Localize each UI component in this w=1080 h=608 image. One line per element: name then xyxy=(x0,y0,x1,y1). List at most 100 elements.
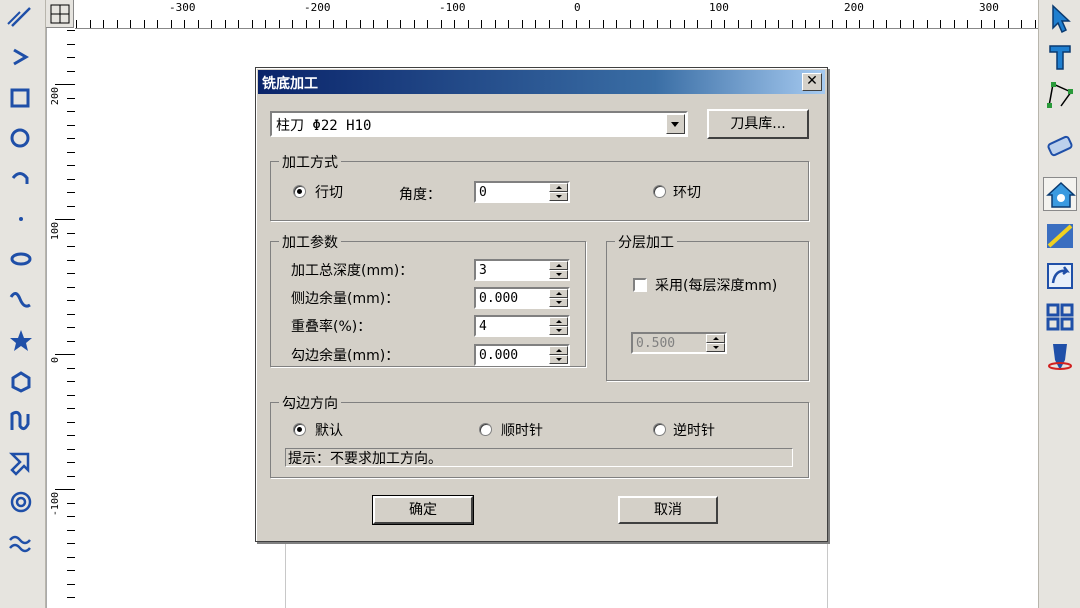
ruler-tick xyxy=(886,20,887,28)
transform-tool[interactable] xyxy=(1043,259,1077,293)
ruler-tick xyxy=(467,20,469,28)
polygon-tool[interactable] xyxy=(6,367,36,397)
ok-button[interactable]: 确定 xyxy=(372,495,474,525)
ruler-tick xyxy=(859,20,860,28)
total-depth-value: 3 xyxy=(479,263,487,278)
ruler-label: -100 xyxy=(439,1,466,14)
total-depth-up-button[interactable] xyxy=(549,261,568,270)
ruler-tick xyxy=(67,259,75,261)
angle-label: 角度： xyxy=(399,187,441,203)
total-depth-down-button[interactable] xyxy=(549,270,568,279)
angle-up-button[interactable] xyxy=(549,183,568,192)
ruler-tick xyxy=(67,516,75,517)
ruler-tick xyxy=(103,20,104,28)
ruler-tick xyxy=(67,448,75,450)
layer-depth-spinner[interactable]: 0.500 xyxy=(631,332,727,354)
ruler-tick xyxy=(940,20,941,28)
ruler-tick xyxy=(764,20,766,28)
clockwise-radio[interactable] xyxy=(479,423,492,436)
ruler-tick xyxy=(67,151,75,153)
arc-tool[interactable] xyxy=(6,164,36,194)
side-allowance-up-button[interactable] xyxy=(549,289,568,298)
star-tool[interactable] xyxy=(6,326,36,356)
ruler-tick xyxy=(791,20,793,28)
relief-tool[interactable] xyxy=(1043,177,1077,211)
spline-tool[interactable] xyxy=(6,285,36,315)
text-curve-tool[interactable] xyxy=(6,406,36,436)
ruler-tick xyxy=(710,20,712,28)
overlap-down-button[interactable] xyxy=(549,326,568,335)
ruler-tick xyxy=(562,20,563,28)
ruler-tick xyxy=(143,20,145,28)
ruler-tick xyxy=(278,20,280,28)
toolpath-tool[interactable] xyxy=(1043,218,1077,252)
ruler-tick xyxy=(67,70,75,72)
ruler-tick xyxy=(67,556,75,558)
layer-depth-down-button[interactable] xyxy=(706,343,725,352)
default-direction-radio[interactable] xyxy=(293,423,306,436)
text-curve-icon xyxy=(10,410,30,431)
horizontal-ruler: -300 -200 -100 0 100 200 300 xyxy=(46,0,1038,29)
layer-depth-up-button[interactable] xyxy=(706,334,725,343)
side-allowance-down-button[interactable] xyxy=(549,298,568,307)
overlap-label: 重叠率(%)： xyxy=(291,319,372,335)
circle-tool[interactable] xyxy=(6,123,36,153)
ruler-tick xyxy=(67,192,75,193)
total-depth-spinner[interactable]: 3 xyxy=(474,259,570,281)
angle-value: 0 xyxy=(479,185,487,200)
counterclockwise-radio[interactable] xyxy=(653,423,666,436)
ruler-tick xyxy=(67,300,75,301)
ruler-tick xyxy=(332,20,334,28)
eraser-tool[interactable] xyxy=(1043,128,1077,162)
ellipse-tool[interactable] xyxy=(6,244,36,274)
outline-allowance-spinner[interactable]: 0.000 xyxy=(474,344,570,366)
ruler-tick xyxy=(737,20,739,28)
overlap-spinner[interactable]: 4 xyxy=(474,315,570,337)
row-cut-radio[interactable] xyxy=(293,185,306,198)
ruler-tick xyxy=(602,20,604,28)
point-tool[interactable] xyxy=(6,204,36,234)
ruler-tick xyxy=(67,30,75,31)
arrow-shape-tool[interactable] xyxy=(6,446,36,476)
ruler-tick xyxy=(67,232,75,234)
tool-select-dropdown[interactable] xyxy=(666,114,685,134)
node-edit-icon xyxy=(1047,82,1073,108)
ruler-corner[interactable] xyxy=(46,0,74,28)
ruler-label: 0 xyxy=(50,357,61,364)
angle-spinner[interactable]: 0 xyxy=(474,181,570,203)
ruler-label: -200 xyxy=(304,1,331,14)
select-tool[interactable] xyxy=(1043,2,1077,36)
grid-tool[interactable] xyxy=(1043,300,1077,334)
text-tool[interactable] xyxy=(1043,40,1077,74)
ruler-tick xyxy=(535,20,536,28)
rectangle-tool[interactable] xyxy=(6,83,36,113)
clockwise-label: 顺时针 xyxy=(501,423,543,439)
polyline-tool[interactable] xyxy=(6,42,36,72)
side-allowance-spinner[interactable]: 0.000 xyxy=(474,287,570,309)
cutter-tool[interactable] xyxy=(1043,340,1077,374)
ruler-tick xyxy=(845,20,847,28)
ruler-label: 200 xyxy=(50,87,61,106)
angle-down-button[interactable] xyxy=(549,192,568,201)
ruler-tick xyxy=(67,394,75,396)
wave-tool[interactable] xyxy=(6,528,36,558)
ring-cut-radio[interactable] xyxy=(653,185,666,198)
tool-library-button[interactable]: 刀具库... xyxy=(707,109,809,139)
outline-allowance-down-button[interactable] xyxy=(549,355,568,364)
outline-allowance-up-button[interactable] xyxy=(549,346,568,355)
outline-allowance-value: 0.000 xyxy=(479,348,519,363)
ruler-tick xyxy=(67,502,75,504)
node-edit-tool[interactable] xyxy=(1043,78,1077,112)
ruler-tick xyxy=(67,97,75,99)
cancel-button[interactable]: 取消 xyxy=(618,496,718,524)
line-tool[interactable] xyxy=(6,2,36,32)
close-button[interactable]: ✕ xyxy=(802,73,822,91)
use-layer-checkbox[interactable] xyxy=(633,278,647,292)
params-group: 加工参数 加工总深度(mm)： 3 侧边余量(mm)： 0.000 重叠率(%)… xyxy=(270,232,586,367)
spiral-tool[interactable] xyxy=(6,487,36,517)
tool-select[interactable]: 柱刀 Φ22 H10 xyxy=(270,111,688,137)
overlap-up-button[interactable] xyxy=(549,317,568,326)
dialog-titlebar[interactable]: 铣底加工 ✕ xyxy=(258,70,825,94)
polyline-icon xyxy=(13,48,29,66)
select-arrow-icon xyxy=(1052,4,1071,34)
